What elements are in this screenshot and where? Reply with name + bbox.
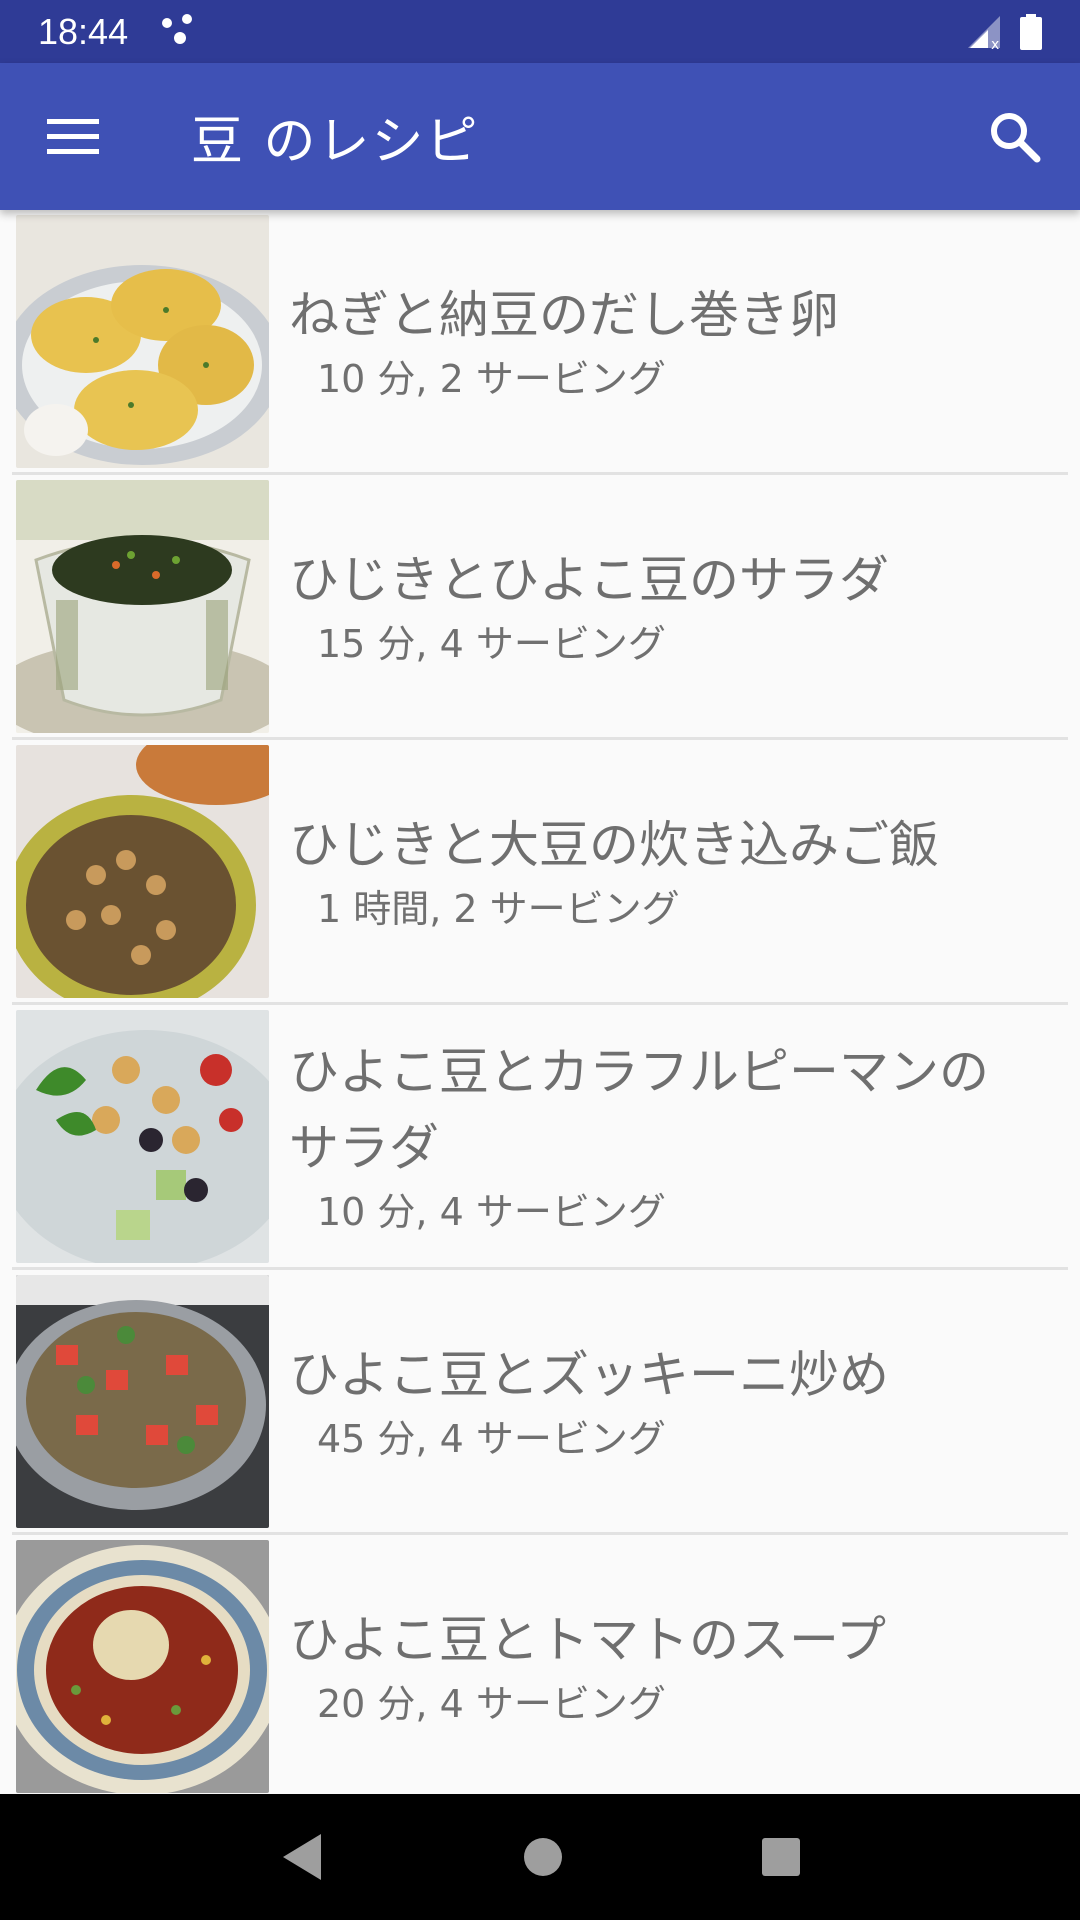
recipe-meta: 1 時間, 2 サービング [317, 887, 680, 931]
recipe-meta: 45 分, 4 サービング [317, 1417, 666, 1461]
recipe-thumbnail [16, 744, 269, 998]
app-bar: 豆 のレシピ [0, 63, 1080, 210]
recipe-thumbnail [16, 1009, 269, 1263]
recipe-item[interactable]: ひよこ豆とカラフルピーマンの サラダ 10 分, 4 サービング [12, 1005, 1068, 1270]
recipe-thumbnail [16, 214, 269, 468]
recipe-meta: 10 分, 4 サービング [317, 1190, 666, 1234]
recipe-item[interactable]: ひよこ豆とズッキーニ炒め 45 分, 4 サービング [12, 1270, 1068, 1535]
recipe-thumbnail [16, 1539, 269, 1793]
recipe-title-line-1: ひよこ豆とカラフルピーマンの [289, 1043, 989, 1101]
recipe-title: ひじきとひよこ豆のサラダ [289, 551, 889, 609]
recipe-item[interactable]: ひよこ豆とトマトのスープ 20 分, 4 サービング [12, 1535, 1068, 1794]
recipe-item[interactable]: ひじきとひよこ豆のサラダ 15 分, 4 サービング [12, 475, 1068, 740]
recipe-thumbnail [16, 479, 269, 733]
recipe-meta: 20 分, 4 サービング [317, 1682, 666, 1726]
recipe-title: ひよこ豆とトマトのスープ [289, 1611, 886, 1669]
search-icon [991, 112, 1041, 162]
menu-button[interactable] [0, 63, 146, 210]
svg-text:x: x [991, 37, 999, 50]
home-icon[interactable] [522, 1836, 564, 1878]
recipe-thumbnail [16, 1274, 269, 1528]
system-nav-bar [0, 1794, 1080, 1920]
recipe-item[interactable]: ねぎと納豆のだし巻き卵 10 分, 2 サービング [12, 210, 1068, 475]
status-time: 18:44 [38, 10, 129, 52]
recents-icon[interactable] [761, 1837, 801, 1877]
status-bar: 18:44 x [0, 0, 1080, 63]
recipe-item[interactable]: ひじきと大豆の炊き込みご飯 1 時間, 2 サービング [12, 740, 1068, 1005]
back-icon[interactable] [279, 1832, 325, 1882]
recipe-meta: 10 分, 2 サービング [317, 357, 666, 401]
page-title: 豆 のレシピ [191, 112, 480, 172]
recipe-meta: 15 分, 4 サービング [317, 622, 666, 666]
recipe-title-line-2: サラダ [289, 1119, 439, 1177]
recipe-title: ねぎと納豆のだし巻き卵 [289, 286, 839, 344]
recipe-title: ひよこ豆とズッキーニ炒め [289, 1346, 889, 1404]
search-button[interactable] [950, 63, 1080, 210]
notification-dots-icon [158, 12, 198, 52]
recipe-list[interactable]: ねぎと納豆のだし巻き卵 10 分, 2 サービング ひじきとひよこ豆のサラダ 1… [0, 210, 1080, 1794]
recipe-title: ひじきと大豆の炊き込みご飯 [289, 816, 939, 874]
battery-icon [1020, 13, 1042, 50]
signal-icon: x [968, 15, 1000, 50]
hamburger-menu-icon [47, 118, 99, 154]
